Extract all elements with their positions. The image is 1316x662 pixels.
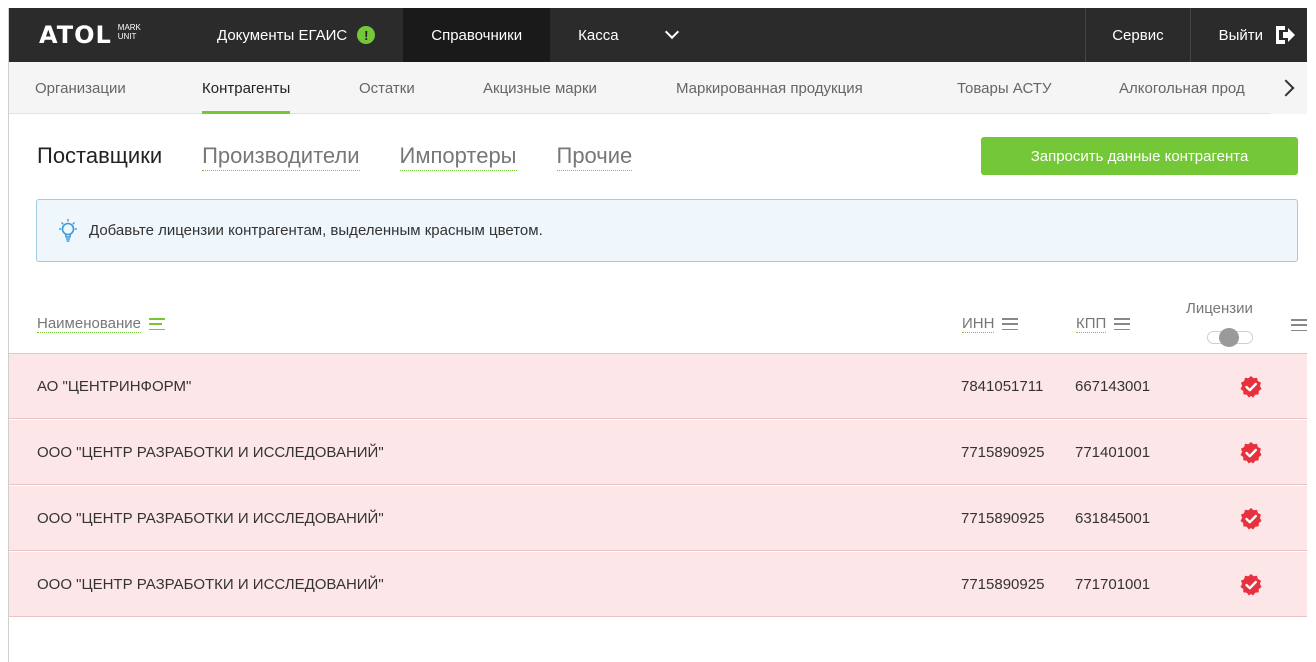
counterparty-type-tabs: Поставщики Производители Импортеры Прочи… [37,143,672,171]
cell-name: ООО "ЦЕНТР РАЗРАБОТКИ И ИССЛЕДОВАНИЙ" [37,509,384,527]
chevron-right-icon [1277,79,1295,97]
subnav-stock[interactable]: Остатки [359,62,415,114]
app-window: ATOL MARK UNIT Документы ЕГАИС ! Справоч… [0,0,1316,662]
request-counterparty-data-button[interactable]: Запросить данные контрагента [981,137,1298,175]
subnav-astu-goods[interactable]: Товары АСТУ [957,62,1051,114]
subnav-counterparties[interactable]: Контрагенты [202,62,291,114]
cell-name: ООО "ЦЕНТР РАЗРАБОТКИ И ИССЛЕДОВАНИЙ" [37,443,384,461]
sort-icon[interactable] [148,318,165,330]
license-badge-icon[interactable] [1239,507,1263,531]
tab-importers[interactable]: Импортеры [399,143,517,171]
cell-name: ООО "ЦЕНТР РАЗРАБОТКИ И ИССЛЕДОВАНИЙ" [37,575,384,593]
cell-kpp: 771701001 [1075,575,1151,593]
cell-kpp: 667143001 [1075,377,1151,395]
cell-inn: 7715890925 [961,575,1045,593]
logo-text: ATOL [39,21,112,49]
lightbulb-icon [59,218,77,242]
nav-service-label: Сервис [1112,26,1164,44]
column-menu-icon[interactable] [1114,318,1131,330]
nav-service[interactable]: Сервис [1086,8,1189,62]
nav-cash-register[interactable]: Касса [550,8,704,62]
cell-name: АО "ЦЕНТРИНФОРМ" [37,377,192,395]
warning-icon: ! [357,26,376,44]
column-header-kpp[interactable]: КПП [1076,315,1131,333]
logout-icon [1276,26,1295,44]
subnav-marked-products[interactable]: Маркированная продукция [676,62,863,114]
logout-label: Выйти [1218,26,1263,44]
column-header-name[interactable]: Наименование [37,315,165,333]
logo-subtext: MARK UNIT [117,23,141,41]
cell-kpp: 631845001 [1075,509,1151,527]
table-row[interactable]: ООО "ЦЕНТР РАЗРАБОТКИ И ИССЛЕДОВАНИЙ" 77… [9,420,1307,485]
nav-cash-register-label: Касса [578,26,619,44]
table-row[interactable]: АО "ЦЕНТРИНФОРМ" 7841051711 667143001 [9,354,1307,419]
column-menu-icon[interactable] [1002,318,1019,330]
nav-egais-documents[interactable]: Документы ЕГАИС ! [189,8,403,62]
column-header-licenses[interactable]: Лицензии [1186,300,1253,317]
tab-manufacturers[interactable]: Производители [202,143,360,171]
subnav-organizations[interactable]: Организации [35,62,126,114]
license-badge-icon[interactable] [1239,441,1263,465]
nav-directories[interactable]: Справочники [403,8,551,62]
cell-inn: 7841051711 [961,377,1044,395]
subnav-scroll-right-button[interactable] [1271,62,1307,114]
table-row[interactable]: ООО "ЦЕНТР РАЗРАБОТКИ И ИССЛЕДОВАНИЙ" 77… [9,486,1307,551]
info-banner: Добавьте лицензии контрагентам, выделенн… [36,199,1298,262]
chevron-down-icon [664,24,679,40]
nav-directories-label: Справочники [431,26,523,44]
sub-navigation: Организации Контрагенты Остатки Акцизные… [9,62,1307,114]
licenses-filter-toggle[interactable] [1207,328,1253,347]
tab-other[interactable]: Прочие [556,143,633,171]
subnav-excise-stamps[interactable]: Акцизные марки [483,62,597,114]
top-navigation-bar: ATOL MARK UNIT Документы ЕГАИС ! Справоч… [9,8,1307,62]
license-badge-icon[interactable] [1239,573,1263,597]
logout-button[interactable]: Выйти [1191,8,1307,62]
atol-logo[interactable]: ATOL MARK UNIT [9,8,189,62]
nav-egais-documents-label: Документы ЕГАИС [217,26,348,44]
cell-inn: 7715890925 [961,443,1045,461]
subnav-alcohol-products[interactable]: Алкогольная прод [1119,62,1245,114]
cell-inn: 7715890925 [961,509,1045,527]
cell-kpp: 771401001 [1075,443,1151,461]
toggle-knob [1219,328,1239,347]
tab-suppliers[interactable]: Поставщики [37,143,162,170]
active-tab-indicator [202,111,291,114]
info-message: Добавьте лицензии контрагентам, выделенн… [89,222,543,239]
column-menu-icon[interactable] [1291,319,1307,331]
license-badge-icon[interactable] [1239,375,1263,399]
table-row[interactable]: ООО "ЦЕНТР РАЗРАБОТКИ И ИССЛЕДОВАНИЙ" 77… [9,552,1307,617]
column-header-inn[interactable]: ИНН [962,315,1019,333]
